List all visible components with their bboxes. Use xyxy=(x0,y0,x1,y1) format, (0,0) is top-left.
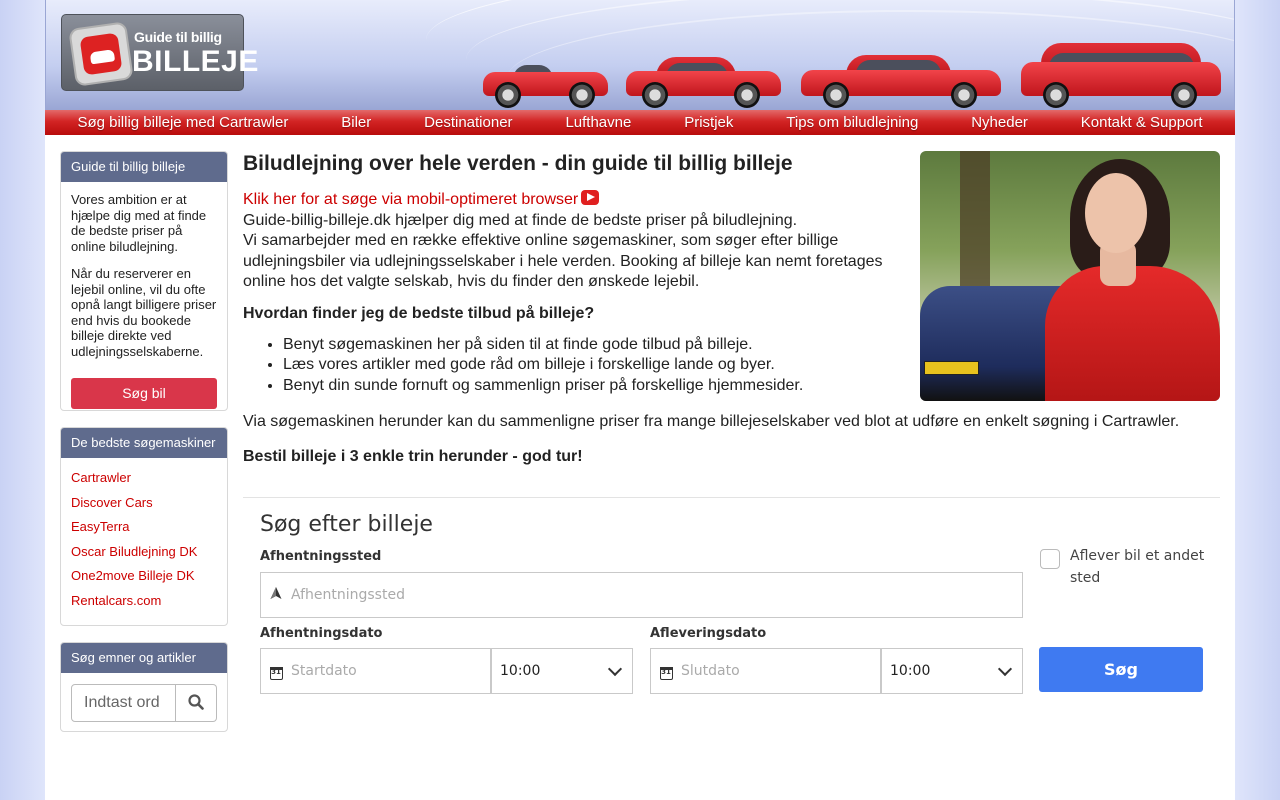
hero-photo xyxy=(920,151,1220,401)
logo-text-line1: Guide til billig xyxy=(134,29,222,45)
chevron-down-icon xyxy=(607,661,623,676)
location-arrow-icon xyxy=(261,586,291,604)
pickup-location-label: Afhentningssted xyxy=(260,549,382,564)
compare-text: Via søgemaskinen herunder kan du sammenl… xyxy=(243,413,1180,430)
guide-panel: Guide til billig billeje Vores ambition … xyxy=(60,151,228,411)
form-title: Søg efter billeje xyxy=(260,512,433,537)
nav-item-lufthavne[interactable]: Lufthavne xyxy=(565,114,631,131)
return-time-select[interactable]: 10:00 xyxy=(881,648,1023,694)
return-date-label: Afleveringsdato xyxy=(650,626,767,641)
nav-item-biler[interactable]: Biler xyxy=(341,114,371,131)
guide-panel-title: Guide til billig billeje xyxy=(61,152,227,182)
search-submit-button[interactable]: Søg xyxy=(1039,647,1203,692)
engine-link-rentalcars[interactable]: Rentalcars.com xyxy=(71,591,217,616)
pickup-location-input[interactable]: Afhentningssted xyxy=(260,572,1023,618)
return-date-input[interactable]: 31 Slutdato xyxy=(650,648,881,694)
return-time-value: 10:00 xyxy=(890,663,931,679)
nav-item-destinationer[interactable]: Destinationer xyxy=(424,114,512,131)
mobile-browser-link[interactable]: Klik her for at søge via mobil-optimeret… xyxy=(243,191,578,208)
engine-link-oscar[interactable]: Oscar Biludlejning DK xyxy=(71,542,217,567)
logo-text-line2: BILLEJE xyxy=(132,45,259,78)
return-other-label: Aflever bil et andet sted xyxy=(1070,548,1205,586)
site-header: Guide til billig BILLEJE xyxy=(45,0,1235,110)
site-logo[interactable]: Guide til billig BILLEJE xyxy=(61,14,258,91)
car-logo-icon xyxy=(68,21,134,87)
article-search-title: Søg emner og artikler xyxy=(61,643,227,673)
intro-text-1: Guide-billig-billeje.dk hjælper dig med … xyxy=(243,211,798,229)
nav-item-kontakt[interactable]: Kontakt & Support xyxy=(1081,114,1203,131)
car-image-van xyxy=(1021,30,1221,108)
car-search-form: Søg efter billeje Afhentningssted Afhent… xyxy=(260,512,1220,694)
main-nav: Søg billig billeje med Cartrawler Biler … xyxy=(45,110,1235,135)
guide-panel-text2: Når du reserverer en lejebil online, vil… xyxy=(71,266,217,359)
guide-panel-text1: Vores ambition er at hjælpe dig med at f… xyxy=(71,192,207,254)
engine-link-easyterra[interactable]: EasyTerra xyxy=(71,517,217,542)
search-icon xyxy=(188,693,204,710)
car-image-fiesta xyxy=(626,43,781,108)
nav-item-tips[interactable]: Tips om biludlejning xyxy=(786,114,918,131)
article-search-button[interactable] xyxy=(176,684,217,722)
return-date-placeholder: Slutdato xyxy=(681,663,740,679)
play-icon[interactable] xyxy=(581,190,600,205)
nav-item-pristjek[interactable]: Pristjek xyxy=(684,114,733,131)
pickup-date-input[interactable]: 31 Startdato xyxy=(260,648,491,694)
search-car-button[interactable]: Søg bil xyxy=(71,378,217,409)
car-image-sedan xyxy=(801,40,1001,108)
pickup-time-select[interactable]: 10:00 xyxy=(491,648,633,694)
section-divider xyxy=(243,497,1220,498)
page-wrapper: Guide til billig BILLEJE Søg billig bill… xyxy=(45,0,1235,800)
engines-panel-title: De bedste søgemaskiner xyxy=(61,428,227,458)
pickup-time-value: 10:00 xyxy=(500,663,541,679)
pickup-date-label: Afhentningsdato xyxy=(260,626,383,641)
article-search-panel: Søg emner og artikler xyxy=(60,642,228,732)
engine-link-one2move[interactable]: One2move Billeje DK xyxy=(71,566,217,591)
engines-panel: De bedste søgemaskiner Cartrawler Discov… xyxy=(60,427,228,626)
pickup-location-placeholder: Afhentningssted xyxy=(291,587,405,603)
pickup-date-placeholder: Startdato xyxy=(291,663,357,679)
chevron-down-icon xyxy=(997,661,1013,676)
car-image-mini xyxy=(483,46,608,108)
engine-link-cartrawler[interactable]: Cartrawler xyxy=(71,468,217,493)
nav-item-cartrawler[interactable]: Søg billig billeje med Cartrawler xyxy=(77,114,288,131)
order-steps-text: Bestil billeje i 3 enkle trin herunder -… xyxy=(243,447,583,465)
return-other-checkbox[interactable] xyxy=(1040,549,1060,569)
calendar-icon: 31 xyxy=(659,667,673,680)
nav-item-nyheder[interactable]: Nyheder xyxy=(971,114,1028,131)
article-search-input[interactable] xyxy=(71,684,176,722)
intro-text-2: Vi samarbejder med en række effektive on… xyxy=(243,232,883,290)
engine-link-discovercars[interactable]: Discover Cars xyxy=(71,493,217,518)
calendar-icon: 31 xyxy=(269,667,283,680)
main-content: Biludlejning over hele verden - din guid… xyxy=(243,150,1220,467)
